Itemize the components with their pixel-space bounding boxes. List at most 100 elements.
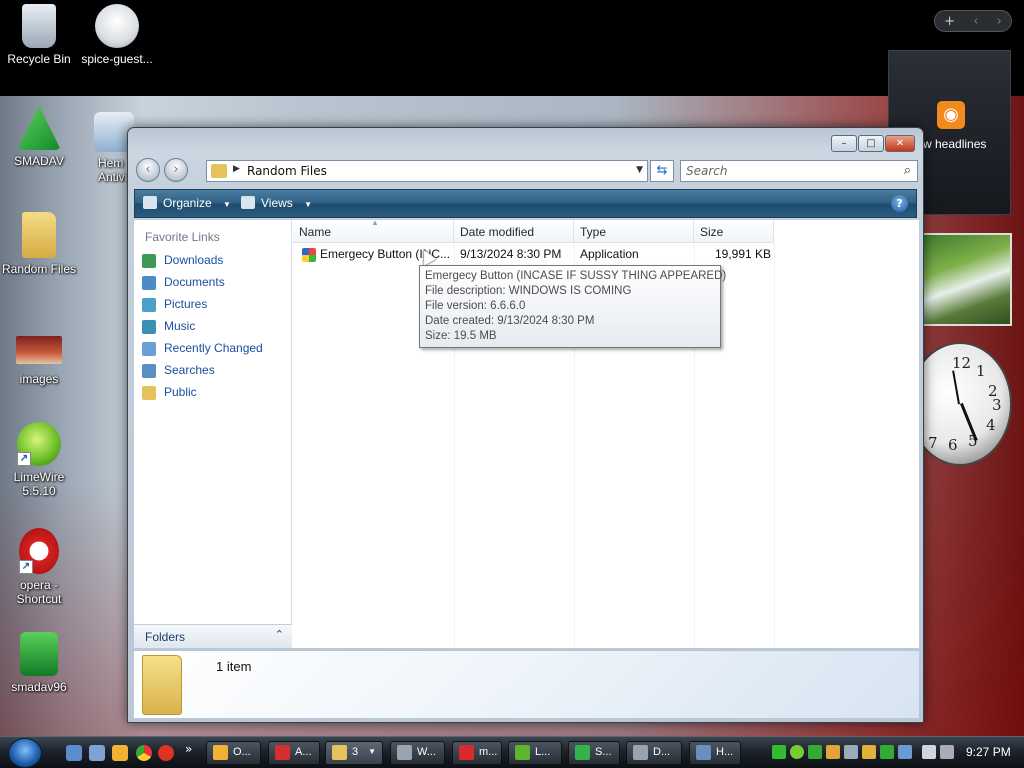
tray-icon[interactable]: [898, 745, 912, 759]
smadav-tray-icon[interactable]: [772, 745, 786, 759]
views-icon: [241, 196, 255, 209]
taskbar-app-icon: [459, 745, 474, 760]
taskbar-app-icon: [633, 745, 648, 760]
help-icon[interactable]: ?: [891, 195, 908, 212]
chevron-down-icon[interactable]: ▼: [636, 165, 643, 175]
favorite-link-label: Recently Changed: [164, 341, 263, 355]
favorite-link-icon: [142, 364, 156, 378]
shortcut-arrow-icon: ↗: [19, 560, 33, 574]
limewire-tray-icon[interactable]: [790, 745, 804, 759]
next-gadget-button[interactable]: ›: [997, 14, 1002, 29]
taskbar-button-label: A...: [295, 746, 312, 758]
chevron-down-icon: ▼: [304, 200, 313, 209]
favorite-link-music[interactable]: Music: [142, 318, 287, 336]
taskbar-button[interactable]: A...: [268, 741, 320, 765]
network-icon[interactable]: [922, 745, 936, 759]
column-divider: [774, 243, 775, 648]
breadcrumb-path[interactable]: Random Files: [247, 164, 327, 178]
tray-icon[interactable]: [862, 745, 876, 759]
desktop-icon-random-files[interactable]: Random Files: [0, 212, 78, 276]
clock-number: 12: [952, 354, 972, 372]
file-date-modified: 9/13/2024 8:30 PM: [460, 247, 562, 261]
tray-icon[interactable]: [880, 745, 894, 759]
taskbar-button[interactable]: S...: [568, 741, 620, 765]
desktop-icon-smadav96[interactable]: smadav96: [0, 632, 78, 694]
chrome-icon[interactable]: [136, 745, 152, 761]
volume-icon[interactable]: [940, 745, 954, 759]
favorite-link-downloads[interactable]: Downloads: [142, 252, 287, 270]
taskbar-clock[interactable]: 9:27 PM: [966, 745, 1011, 759]
taskbar-button-label: W...: [417, 746, 436, 758]
column-header-type[interactable]: Type: [574, 220, 694, 243]
spice-guest-icon: [95, 4, 139, 48]
forward-button[interactable]: ›: [164, 158, 188, 182]
favorite-link-searches[interactable]: Searches: [142, 362, 287, 380]
opera-icon: ↗: [19, 528, 59, 574]
command-toolbar: Organize ▼ Views ▼ ?: [134, 189, 917, 218]
desktop-icon-opera[interactable]: ↗ opera - Shortcut: [0, 528, 78, 606]
tray-icon[interactable]: [844, 745, 858, 759]
minimize-button[interactable]: –: [831, 135, 857, 152]
desktop-icon-label: SMADAV: [14, 154, 64, 168]
desktop-icon-smadav[interactable]: SMADAV: [0, 106, 78, 168]
opera-quicklaunch-icon[interactable]: [158, 745, 174, 761]
column-header-date-modified[interactable]: Date modified: [454, 220, 574, 243]
previous-gadget-button[interactable]: ‹: [973, 14, 978, 29]
chevron-down-icon: ▼: [368, 747, 376, 756]
clock-number: 3: [992, 396, 1002, 414]
taskbar-button-label: m...: [479, 746, 498, 758]
desktop-icon-label: Random Files: [1, 262, 77, 276]
show-desktop-icon[interactable]: [66, 745, 82, 761]
refresh-button[interactable]: ⇆: [650, 160, 674, 182]
start-button[interactable]: [8, 738, 42, 768]
rss-icon: ◉: [937, 101, 965, 129]
search-placeholder: Search: [686, 164, 728, 178]
address-bar[interactable]: ▶ Random Files ▼: [206, 160, 648, 182]
organize-button[interactable]: Organize ▼: [143, 196, 231, 210]
taskbar-button-label: S...: [595, 746, 612, 758]
column-header-size[interactable]: Size: [694, 220, 774, 243]
outlook-icon[interactable]: [112, 745, 128, 761]
desktop-icon-recycle-bin[interactable]: Recycle Bin: [0, 4, 78, 66]
favorite-link-pictures[interactable]: Pictures: [142, 296, 287, 314]
quick-launch-more-button[interactable]: »: [185, 742, 192, 756]
taskbar-button[interactable]: m...: [452, 741, 502, 765]
shortcut-arrow-icon: ↗: [17, 452, 31, 466]
clock-minute-hand: [952, 370, 960, 405]
desktop-icon-images[interactable]: images: [0, 334, 78, 386]
taskbar-button[interactable]: W...: [390, 741, 445, 765]
tray-icon[interactable]: [826, 745, 840, 759]
close-button[interactable]: ✕: [885, 135, 915, 152]
add-gadget-button[interactable]: +: [944, 14, 955, 29]
favorite-links-header: Favorite Links: [145, 230, 220, 244]
taskbar-button[interactable]: H...: [689, 741, 741, 765]
feed-headlines-label: w headlines: [923, 137, 987, 151]
favorite-link-documents[interactable]: Documents: [142, 274, 287, 292]
taskbar-app-icon: [275, 745, 290, 760]
favorite-link-icon: [142, 276, 156, 290]
back-button[interactable]: ‹: [136, 158, 160, 182]
taskbar-button[interactable]: D...: [626, 741, 682, 765]
tray-icon[interactable]: [808, 745, 822, 759]
taskbar-button-label: D...: [653, 746, 671, 758]
desktop-icon-limewire[interactable]: ↗ LimeWire 5.5.10: [0, 422, 78, 498]
favorite-link-recently-changed[interactable]: Recently Changed: [142, 340, 287, 358]
folders-toggle[interactable]: Folders ⌃: [134, 624, 292, 648]
maximize-button[interactable]: □: [858, 135, 884, 152]
taskbar-button[interactable]: L...: [508, 741, 562, 765]
slideshow-gadget[interactable]: [920, 233, 1012, 326]
taskbar-button[interactable]: O...: [206, 741, 261, 765]
search-icon[interactable]: ⌕: [904, 163, 911, 178]
column-header-name[interactable]: ▲ Name: [293, 218, 454, 243]
switch-windows-icon[interactable]: [89, 745, 105, 761]
favorite-link-public[interactable]: Public: [142, 384, 287, 402]
clock-number: 1: [976, 362, 986, 380]
file-row[interactable]: Emergecy Button (INC... 9/13/2024 8:30 P…: [293, 245, 919, 265]
chevron-up-icon[interactable]: ⌃: [275, 628, 284, 641]
search-input[interactable]: Search ⌕: [680, 160, 918, 182]
views-button[interactable]: Views ▼: [241, 196, 312, 210]
desktop-icon-label: LimeWire 5.5.10: [13, 470, 65, 498]
desktop-icon-spice-guest[interactable]: spice-guest...: [78, 4, 156, 66]
breadcrumb-arrow-icon[interactable]: ▶: [233, 164, 240, 174]
taskbar-button[interactable]: 3 ▼: [325, 741, 383, 765]
